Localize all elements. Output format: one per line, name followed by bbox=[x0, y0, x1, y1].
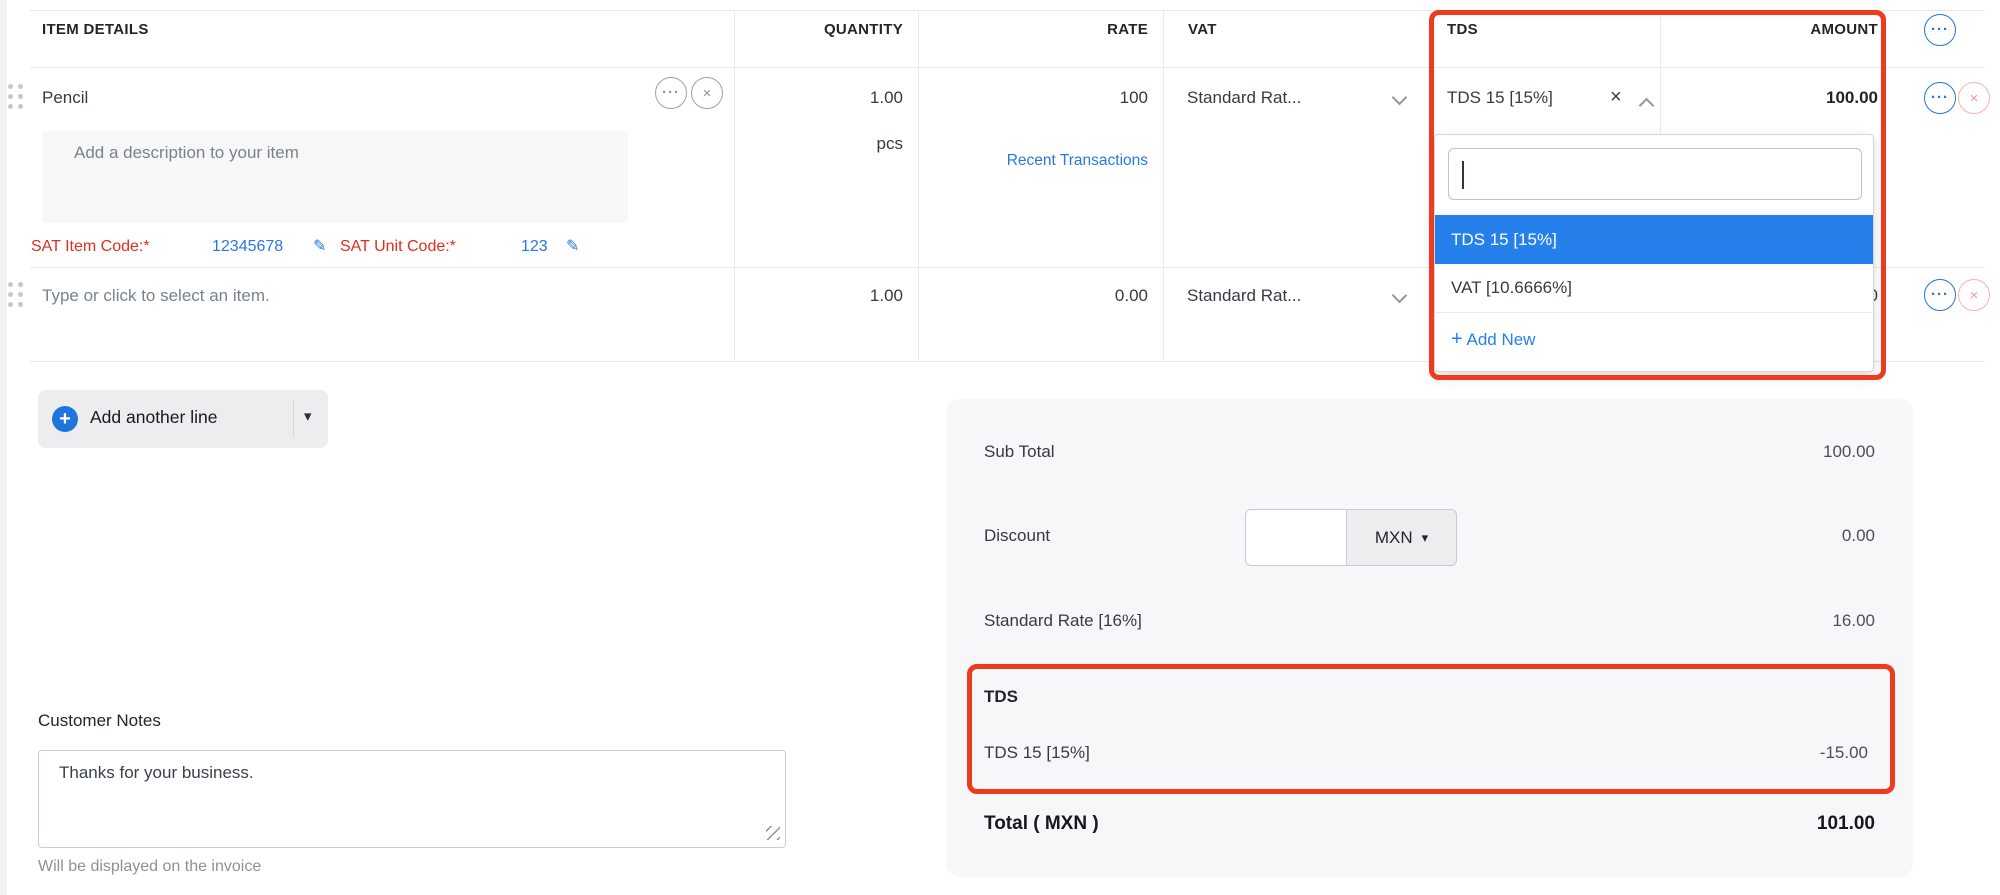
summary-panel: Sub Total 100.00 Discount MXN ▾ 0.00 Sta… bbox=[946, 399, 1913, 877]
tds-search-input[interactable] bbox=[1448, 148, 1862, 200]
quantity-value[interactable]: 1.00 bbox=[740, 286, 903, 306]
chevron-up-icon[interactable] bbox=[1641, 96, 1652, 107]
row-drag-handle[interactable] bbox=[8, 282, 23, 307]
row-more-actions-button[interactable]: ··· bbox=[655, 77, 687, 109]
item-name[interactable]: Pencil bbox=[42, 88, 88, 108]
sat-unit-code-value[interactable]: 123 bbox=[521, 238, 548, 256]
row-remove-button[interactable]: × bbox=[691, 77, 723, 109]
tds-clear-icon[interactable]: × bbox=[1610, 86, 1622, 109]
header-vat: VAT bbox=[1188, 21, 1217, 38]
tds-summary-highlight bbox=[967, 664, 1895, 794]
recent-transactions-link[interactable]: Recent Transactions bbox=[948, 152, 1148, 170]
ellipsis-icon: ··· bbox=[1931, 90, 1949, 105]
row-more-button[interactable]: ··· bbox=[1924, 279, 1956, 311]
chevron-down-icon[interactable] bbox=[1394, 94, 1405, 105]
header-bottom-border bbox=[30, 67, 1985, 68]
discount-currency-select[interactable]: MXN ▾ bbox=[1346, 509, 1457, 566]
currency-label: MXN bbox=[1375, 528, 1413, 548]
header-amount: AMOUNT bbox=[1678, 21, 1878, 38]
edit-pencil-icon[interactable]: ✎ bbox=[566, 236, 579, 256]
total-value: 101.00 bbox=[1817, 813, 1875, 835]
table-settings-button[interactable]: ··· bbox=[1924, 14, 1956, 46]
ellipsis-icon: ··· bbox=[1931, 287, 1949, 302]
tax-amount: 16.00 bbox=[1832, 611, 1875, 631]
close-icon: × bbox=[1970, 91, 1979, 106]
add-line-label: Add another line bbox=[90, 407, 217, 428]
edit-pencil-icon[interactable]: ✎ bbox=[313, 236, 326, 256]
sat-unit-code-label: SAT Unit Code:* bbox=[340, 238, 456, 256]
discount-amount: 0.00 bbox=[1842, 526, 1875, 546]
sub-total-value: 100.00 bbox=[1823, 442, 1875, 462]
header-quantity: QUANTITY bbox=[740, 21, 903, 38]
discount-label: Discount bbox=[984, 526, 1050, 546]
vat-select-value[interactable]: Standard Rat... bbox=[1187, 286, 1301, 306]
col-divider-rate-vat bbox=[1163, 10, 1164, 361]
tds-dropdown-panel: TDS 15 [15%] VAT [10.6666%] + Add New bbox=[1434, 134, 1874, 372]
vat-select-value[interactable]: Standard Rat... bbox=[1187, 88, 1301, 108]
text-cursor bbox=[1462, 161, 1464, 189]
quantity-unit: pcs bbox=[740, 134, 903, 154]
page-edge bbox=[0, 0, 7, 895]
caret-down-icon[interactable]: ▾ bbox=[304, 407, 312, 425]
sat-item-code-value[interactable]: 12345678 bbox=[212, 238, 283, 256]
header-tds: TDS bbox=[1447, 21, 1478, 38]
tds-amount: -15.00 bbox=[1820, 743, 1868, 763]
sub-total-label: Sub Total bbox=[984, 442, 1055, 462]
close-icon: × bbox=[703, 86, 712, 101]
tax-label: Standard Rate [16%] bbox=[984, 611, 1142, 631]
button-divider bbox=[293, 400, 294, 438]
row-delete-button[interactable]: × bbox=[1958, 82, 1990, 114]
header-item-details: ITEM DETAILS bbox=[42, 21, 149, 38]
header-rate: RATE bbox=[948, 21, 1148, 38]
customer-notes-label: Customer Notes bbox=[38, 711, 161, 731]
tds-select-value[interactable]: TDS 15 [15%] bbox=[1447, 88, 1553, 108]
plus-icon: + bbox=[1451, 328, 1463, 350]
add-new-option[interactable]: + Add New bbox=[1435, 313, 1873, 365]
tds-option-selected[interactable]: TDS 15 [15%] bbox=[1435, 215, 1873, 264]
tds-line-label: TDS 15 [15%] bbox=[984, 743, 1090, 763]
ellipsis-icon: ··· bbox=[662, 85, 680, 100]
add-new-label: Add New bbox=[1466, 330, 1535, 349]
caret-down-icon: ▾ bbox=[1422, 530, 1429, 546]
table-top-border bbox=[30, 10, 1985, 11]
quantity-value[interactable]: 1.00 bbox=[740, 88, 903, 108]
row-more-button[interactable]: ··· bbox=[1924, 82, 1956, 114]
rate-value[interactable]: 100 bbox=[948, 88, 1148, 108]
sat-item-code-label: SAT Item Code:* bbox=[31, 238, 150, 256]
tds-section-label: TDS bbox=[984, 687, 1018, 707]
item-description-box[interactable]: Add a description to your item bbox=[42, 131, 628, 223]
item-select-placeholder[interactable]: Type or click to select an item. bbox=[42, 286, 270, 306]
tds-option[interactable]: VAT [10.6666%] bbox=[1435, 264, 1873, 311]
col-divider-item-qty bbox=[734, 10, 735, 361]
discount-input[interactable] bbox=[1245, 509, 1347, 566]
row-delete-button[interactable]: × bbox=[1958, 279, 1990, 311]
add-line-button[interactable]: + Add another line ▾ bbox=[38, 390, 328, 448]
col-divider-qty-rate bbox=[918, 10, 919, 361]
customer-notes-input[interactable]: Thanks for your business. bbox=[38, 750, 786, 848]
ellipsis-icon: ··· bbox=[1931, 22, 1949, 37]
plus-icon: + bbox=[52, 406, 78, 432]
chevron-down-icon[interactable] bbox=[1394, 292, 1405, 303]
total-label: Total ( MXN ) bbox=[984, 813, 1099, 835]
amount-value: 100.00 bbox=[1678, 88, 1878, 108]
row-drag-handle[interactable] bbox=[8, 84, 23, 109]
rate-value[interactable]: 0.00 bbox=[948, 286, 1148, 306]
discount-input-group: MXN ▾ bbox=[1245, 509, 1457, 566]
customer-notes-helper: Will be displayed on the invoice bbox=[38, 858, 261, 876]
close-icon: × bbox=[1970, 288, 1979, 303]
item-description-placeholder: Add a description to your item bbox=[74, 143, 299, 163]
